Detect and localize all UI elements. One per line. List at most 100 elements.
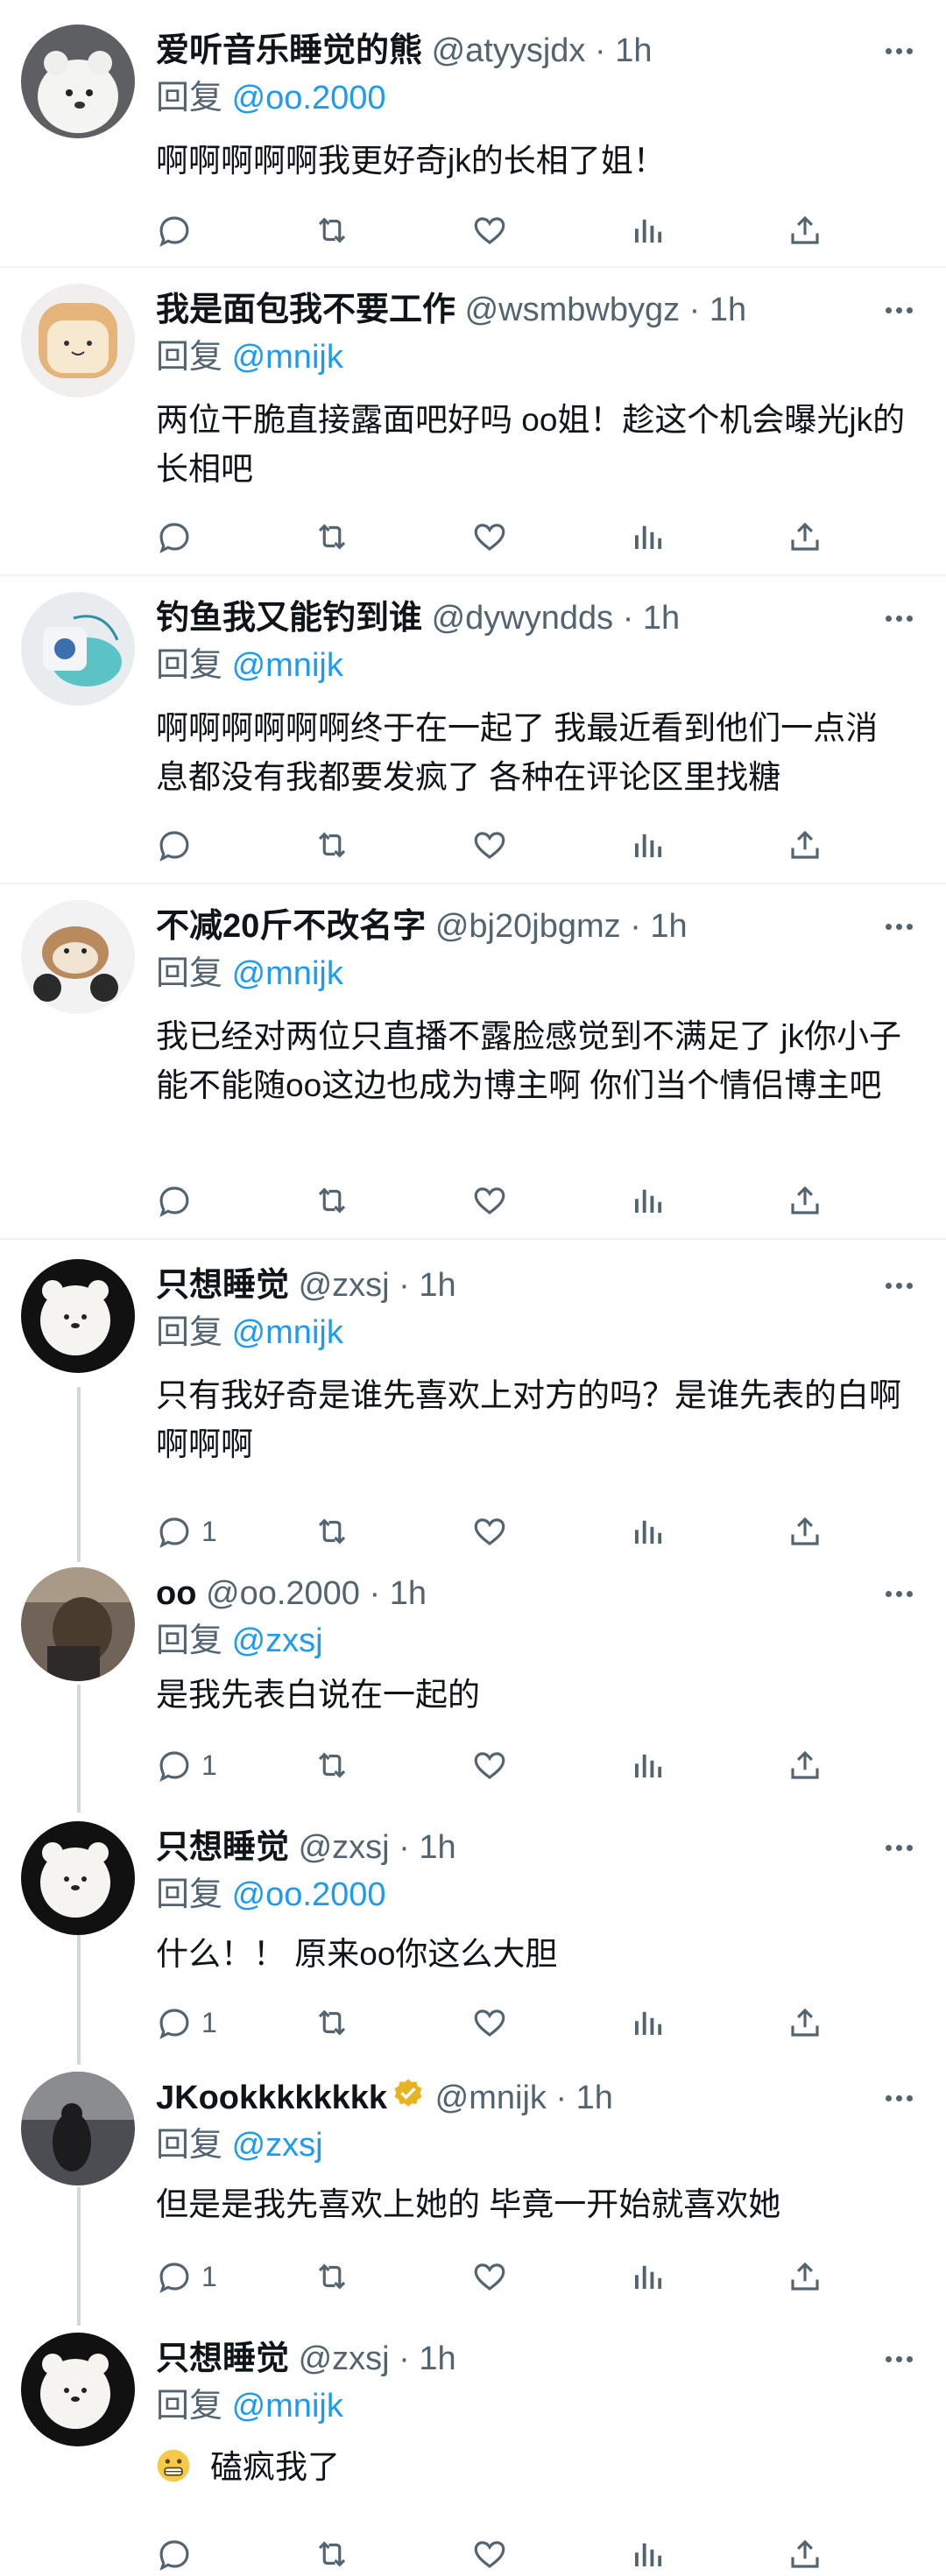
- timestamp[interactable]: 1h: [615, 32, 652, 69]
- reply-button[interactable]: 1: [156, 2001, 217, 2045]
- share-button[interactable]: [787, 1179, 823, 1222]
- views-button[interactable]: [629, 1743, 666, 1787]
- more-icon[interactable]: [881, 1259, 916, 1312]
- more-icon[interactable]: [881, 25, 916, 77]
- mention-link[interactable]: @mnijk: [232, 2388, 343, 2425]
- like-button[interactable]: [471, 823, 508, 867]
- avatar[interactable]: [21, 2072, 135, 2185]
- views-button[interactable]: [629, 2255, 666, 2298]
- like-button[interactable]: [471, 2255, 508, 2298]
- retweet-button[interactable]: [314, 1179, 350, 1222]
- avatar[interactable]: [21, 1567, 135, 1681]
- like-button[interactable]: [471, 1179, 508, 1222]
- share-button[interactable]: [787, 208, 823, 252]
- mention-link[interactable]: @mnijk: [232, 339, 343, 376]
- like-button[interactable]: [471, 1510, 508, 1553]
- retweet-button[interactable]: [314, 1510, 350, 1553]
- share-button[interactable]: [787, 515, 823, 559]
- timestamp[interactable]: 1h: [576, 2080, 613, 2116]
- views-button[interactable]: [629, 823, 666, 867]
- display-name[interactable]: 只想睡觉: [156, 1829, 289, 1866]
- user-handle[interactable]: @dywyndds: [432, 600, 614, 637]
- display-name[interactable]: 只想睡觉: [156, 2340, 289, 2377]
- display-name[interactable]: 不减20斤不改名字: [156, 908, 426, 945]
- user-handle[interactable]: @zxsj: [299, 2340, 390, 2377]
- tweet[interactable]: 只想睡觉 @zxsj · 1h 回复 @mnijk 磕疯我了: [0, 2333, 946, 2573]
- avatar[interactable]: [21, 25, 135, 138]
- more-icon[interactable]: [881, 900, 916, 953]
- share-button[interactable]: [787, 2001, 823, 2045]
- mention-link[interactable]: @mnijk: [232, 647, 343, 684]
- tweet[interactable]: 只想睡觉 @zxsj · 1h 回复 @oo.2000 什么！！ 原来oo你这么…: [0, 1821, 946, 2072]
- timestamp[interactable]: 1h: [650, 908, 687, 945]
- display-name[interactable]: 我是面包我不要工作: [156, 292, 455, 328]
- tweet[interactable]: 不减20斤不改名字 @bj20jbgmz · 1h 回复 @mnijk 我已经对…: [0, 884, 946, 1240]
- reply-button[interactable]: [156, 1179, 201, 1222]
- timestamp[interactable]: 1h: [419, 2340, 455, 2377]
- user-handle[interactable]: @zxsj: [299, 1267, 390, 1304]
- tweet[interactable]: 钓鱼我又能钓到谁 @dywyndds · 1h 回复 @mnijk 啊啊啊啊啊啊…: [0, 576, 946, 884]
- more-icon[interactable]: [881, 2072, 916, 2124]
- tweet[interactable]: 只想睡觉 @zxsj · 1h 回复 @mnijk 只有我好奇是谁先喜欢上对方的…: [0, 1240, 946, 1567]
- mention-link[interactable]: @zxsj: [232, 1622, 323, 1659]
- share-button[interactable]: [787, 2255, 823, 2298]
- display-name[interactable]: JKookkkkkkkk: [156, 2080, 387, 2116]
- more-icon[interactable]: [881, 592, 916, 644]
- more-icon[interactable]: [881, 1821, 916, 1874]
- share-button[interactable]: [787, 823, 823, 867]
- views-button[interactable]: [629, 2532, 666, 2576]
- mention-link[interactable]: @oo.2000: [232, 1876, 386, 1913]
- timestamp[interactable]: 1h: [710, 292, 746, 328]
- user-handle[interactable]: @bj20jbgmz: [435, 908, 621, 945]
- like-button[interactable]: [471, 2001, 508, 2045]
- views-button[interactable]: [629, 208, 666, 252]
- retweet-button[interactable]: [314, 1743, 350, 1787]
- more-icon[interactable]: [881, 1567, 916, 1620]
- avatar[interactable]: [21, 284, 135, 398]
- mention-link[interactable]: @oo.2000: [232, 80, 386, 116]
- like-button[interactable]: [471, 2532, 508, 2576]
- views-button[interactable]: [629, 1510, 666, 1553]
- retweet-button[interactable]: [314, 515, 350, 559]
- user-handle[interactable]: @mnijk: [435, 2080, 547, 2116]
- views-button[interactable]: [629, 2001, 666, 2045]
- more-icon[interactable]: [881, 2333, 916, 2385]
- avatar[interactable]: [21, 900, 135, 1014]
- retweet-button[interactable]: [314, 823, 350, 867]
- share-button[interactable]: [787, 1743, 823, 1787]
- tweet[interactable]: 爱听音乐睡觉的熊 @atyysjdx · 1h 回复 @oo.2000 啊啊啊啊…: [0, 0, 946, 268]
- user-handle[interactable]: @atyysjdx: [432, 32, 586, 69]
- reply-button[interactable]: [156, 208, 201, 252]
- like-button[interactable]: [471, 515, 508, 559]
- views-button[interactable]: [629, 1179, 666, 1222]
- mention-link[interactable]: @mnijk: [232, 1314, 343, 1351]
- views-button[interactable]: [629, 515, 666, 559]
- reply-button[interactable]: 1: [156, 1743, 217, 1787]
- tweet[interactable]: oo @oo.2000 · 1h 回复 @zxsj 是我先表白说在一起的 1: [0, 1567, 946, 1821]
- reply-button[interactable]: [156, 515, 201, 559]
- timestamp[interactable]: 1h: [643, 600, 680, 637]
- avatar[interactable]: [21, 1259, 135, 1373]
- share-button[interactable]: [787, 1510, 823, 1553]
- avatar[interactable]: [21, 2333, 135, 2446]
- like-button[interactable]: [471, 1743, 508, 1787]
- tweet[interactable]: JKookkkkkkkk @mnijk · 1h 回复 @zxsj 但是是我先喜…: [0, 2072, 946, 2333]
- display-name[interactable]: oo: [156, 1575, 196, 1612]
- retweet-button[interactable]: [314, 2001, 350, 2045]
- reply-button[interactable]: [156, 2532, 201, 2576]
- retweet-button[interactable]: [314, 2255, 350, 2298]
- timestamp[interactable]: 1h: [419, 1829, 455, 1866]
- timestamp[interactable]: 1h: [419, 1267, 455, 1304]
- user-handle[interactable]: @zxsj: [299, 1829, 390, 1866]
- reply-button[interactable]: 1: [156, 1510, 217, 1553]
- mention-link[interactable]: @mnijk: [232, 955, 343, 992]
- retweet-button[interactable]: [314, 2532, 350, 2576]
- reply-button[interactable]: [156, 823, 201, 867]
- retweet-button[interactable]: [314, 208, 350, 252]
- timestamp[interactable]: 1h: [390, 1575, 427, 1612]
- share-button[interactable]: [787, 2532, 823, 2576]
- more-icon[interactable]: [881, 284, 916, 336]
- user-handle[interactable]: @wsmbwbygz: [465, 292, 681, 328]
- display-name[interactable]: 爱听音乐睡觉的熊: [156, 32, 422, 69]
- user-handle[interactable]: @oo.2000: [206, 1575, 360, 1612]
